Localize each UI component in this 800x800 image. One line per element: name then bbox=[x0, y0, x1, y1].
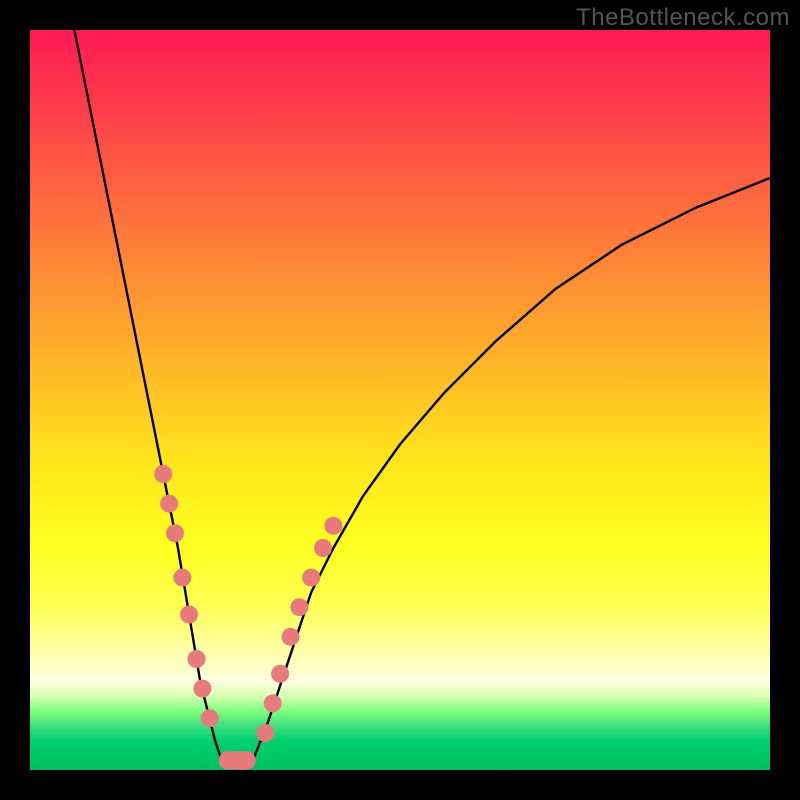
marker-right-0 bbox=[256, 724, 274, 742]
marker-left-3 bbox=[173, 569, 191, 587]
chart-svg-overlay bbox=[30, 30, 770, 770]
marker-group bbox=[154, 465, 342, 770]
watermark-text: TheBottleneck.com bbox=[576, 4, 790, 32]
curve-group bbox=[74, 30, 770, 763]
marker-left-0 bbox=[154, 465, 172, 483]
marker-right-5 bbox=[302, 569, 320, 587]
marker-left-4 bbox=[180, 606, 198, 624]
marker-right-1 bbox=[264, 694, 282, 712]
marker-left-2 bbox=[166, 524, 184, 542]
chart-frame: TheBottleneck.com bbox=[0, 0, 800, 800]
marker-left-5 bbox=[188, 650, 206, 668]
marker-left-6 bbox=[193, 680, 211, 698]
marker-right-3 bbox=[282, 628, 300, 646]
marker-left-7 bbox=[201, 709, 219, 727]
marker-right-6 bbox=[314, 539, 332, 557]
curve-right-branch bbox=[252, 178, 770, 763]
marker-right-4 bbox=[290, 598, 308, 616]
marker-right-2 bbox=[271, 665, 289, 683]
valley-bar bbox=[219, 751, 256, 769]
marker-left-1 bbox=[160, 495, 178, 513]
marker-right-7 bbox=[324, 517, 342, 535]
